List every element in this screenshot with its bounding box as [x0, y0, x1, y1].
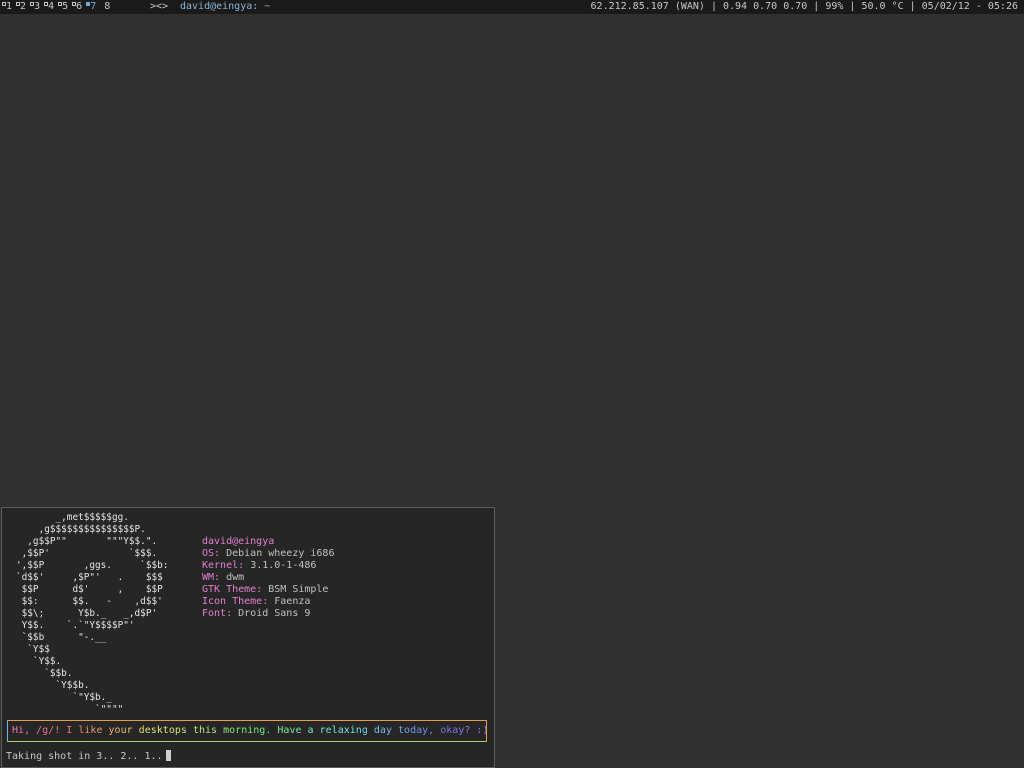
tag-8[interactable]: 8: [100, 0, 110, 14]
logo-line: ,g$$$$$$$$$$$$$$$P.: [16, 524, 146, 535]
info-value: Droid Sans 9: [238, 608, 311, 619]
logo-line: `$$b.: [16, 668, 73, 679]
logo-line: $$P d$' , $$P: [16, 584, 163, 595]
info-key: Kernel:: [202, 560, 245, 571]
greeting-message: Hi, /g/! I like your desktops this morni…: [7, 720, 487, 742]
logo-line: $$: $$. - ,d$$': [16, 596, 163, 607]
text-cursor: [165, 750, 171, 761]
layout-indicator[interactable]: ><>: [150, 0, 168, 14]
logo-line: ,g$$P"" """Y$$.".: [16, 536, 158, 547]
logo-line: `"""": [16, 704, 124, 715]
tag-list: 12345678: [2, 0, 114, 14]
tag-4[interactable]: 4: [44, 0, 54, 14]
logo-line: `Y$$.: [16, 656, 62, 667]
terminal-prompt[interactable]: Taking shot in 3.. 2.. 1..: [6, 750, 171, 764]
tag-3[interactable]: 3: [30, 0, 40, 14]
logo-line: ,$$P' `$$$.: [16, 548, 158, 559]
tag-5[interactable]: 5: [58, 0, 68, 14]
logo-line: `d$$' ,$P"' . $$$: [16, 572, 163, 583]
prompt-text: Taking shot in 3.. 2.. 1..: [6, 751, 163, 762]
logo-line: `Y$$: [16, 644, 50, 655]
info-row: Icon Theme: Faenza: [202, 596, 334, 608]
tag-6[interactable]: 6: [72, 0, 82, 14]
system-info: david@eingya OS: Debian wheezy i686 Kerne…: [202, 536, 334, 620]
info-value: dwm: [226, 572, 245, 583]
info-key: Icon Theme:: [202, 596, 269, 607]
status-bar: 12345678 ><> david@eingya: ~ 62.212.85.1…: [0, 0, 1024, 14]
tag-2[interactable]: 2: [16, 0, 26, 14]
greeting-text: Hi, /g/! I like your desktops this morni…: [12, 725, 486, 736]
tag-7[interactable]: 7: [86, 0, 96, 14]
info-row: WM: dwm: [202, 572, 334, 584]
info-key: GTK Theme:: [202, 584, 263, 595]
logo-line: ',$$P ,ggs. `$$b:: [16, 560, 169, 571]
logo-line: _,met$$$$$gg.: [16, 512, 129, 523]
logo-line: `Y$$b.: [16, 680, 90, 691]
info-value: Debian wheezy i686: [226, 548, 335, 559]
info-row: Font: Droid Sans 9: [202, 608, 334, 620]
info-row: GTK Theme: BSM Simple: [202, 584, 334, 596]
window-title: david@eingya: ~: [180, 1, 271, 12]
info-key: Font:: [202, 608, 233, 619]
logo-line: Y$$. `.`"Y$$$$P"': [16, 620, 135, 631]
logo-line: `"Y$b._: [16, 692, 112, 703]
system-status: 62.212.85.107 (WAN) | 0.94 0.70 0.70 | 9…: [590, 1, 1018, 12]
info-value: 3.1.0-1-486: [250, 560, 317, 571]
user-host: david@eingya: [202, 536, 275, 547]
info-row: Kernel: 3.1.0-1-486: [202, 560, 334, 572]
logo-line: `$$b "-.__: [16, 632, 107, 643]
info-value: BSM Simple: [268, 584, 329, 595]
tag-1[interactable]: 1: [2, 0, 12, 14]
info-key: OS:: [202, 548, 221, 559]
logo-line: $$\; Y$b._ _,d$P': [16, 608, 158, 619]
info-key: WM:: [202, 572, 221, 583]
info-row: OS: Debian wheezy i686: [202, 548, 334, 560]
terminal-window[interactable]: _,met$$$$$gg. ,g$$$$$$$$$$$$$$$P. ,g$$P"…: [1, 507, 495, 768]
info-value: Faenza: [274, 596, 311, 607]
debian-logo-ascii: _,met$$$$$gg. ,g$$$$$$$$$$$$$$$P. ,g$$P"…: [16, 512, 168, 716]
